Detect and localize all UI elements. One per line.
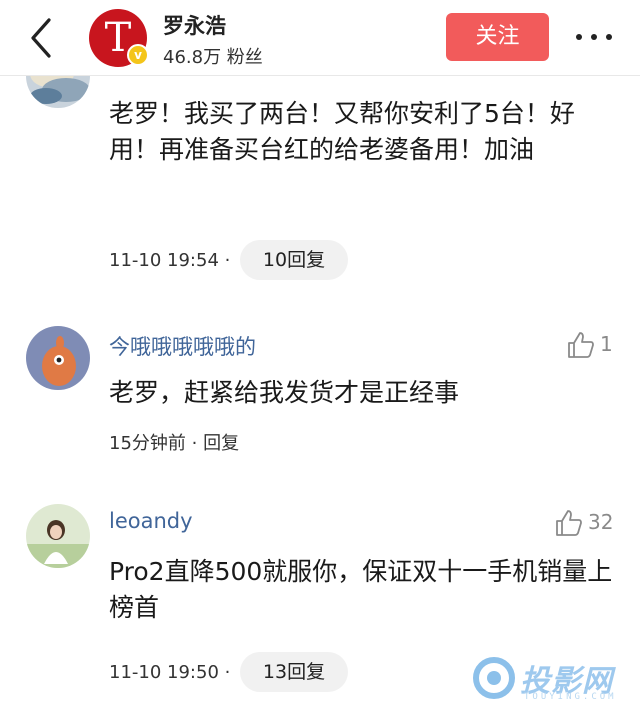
commenter-name[interactable]: leoandy (109, 509, 193, 533)
replies-button[interactable]: 13回复 (240, 652, 348, 692)
comment-text: 老罗！我买了两台！又帮你安利了5台！好用！再准备买台红的给老婆备用！加油 (109, 99, 575, 164)
commenter-avatar[interactable] (26, 504, 90, 568)
fan-count: 46.8万 粉丝 (163, 47, 263, 68)
site-watermark: 投影网 TOUYING.COM (468, 650, 628, 708)
commenter-avatar[interactable] (26, 326, 90, 390)
replies-button[interactable]: 10回复 (240, 240, 348, 280)
back-arrow-icon[interactable] (22, 14, 62, 62)
watermark-logo-icon (473, 657, 515, 699)
more-options-icon[interactable] (574, 34, 614, 42)
like-button[interactable]: 32 (554, 508, 628, 538)
commenter-name[interactable]: 今哦哦哦哦哦的 (109, 331, 256, 361)
follow-button[interactable]: 关注 (446, 13, 549, 61)
comment-time: 11-10 19:54 · (109, 250, 231, 271)
comment-time-reply[interactable]: 15分钟前 · 回复 (109, 429, 239, 455)
top-bar: T v 罗永浩 46.8万 粉丝 关注 (0, 0, 640, 76)
author-name[interactable]: 罗永浩 (163, 10, 226, 40)
like-count: 32 (588, 510, 614, 534)
comment-text: Pro2直降500就服你，保证双十一手机销量上榜首 (109, 557, 613, 622)
like-count: 1 (600, 332, 613, 356)
verified-badge-icon: v (127, 44, 149, 66)
comment-time: 11-10 19:50 · (109, 662, 231, 683)
comment-text: 老罗，赶紧给我发货才是正经事 (109, 378, 460, 407)
thumbs-up-icon (556, 510, 582, 536)
watermark-subtext: TOUYING.COM (524, 692, 617, 702)
thumbs-up-icon (568, 332, 594, 358)
like-button[interactable]: 1 (566, 330, 626, 360)
